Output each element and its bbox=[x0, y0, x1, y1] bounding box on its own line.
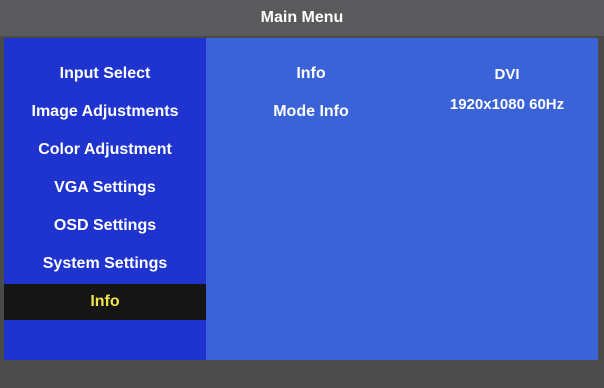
mode-info-value: 1920x1080 60Hz bbox=[449, 95, 565, 113]
info-label: Info bbox=[296, 65, 326, 82]
info-value: DVI bbox=[494, 65, 520, 83]
sidebar-item-input-select[interactable]: Input Select bbox=[4, 56, 206, 92]
menu-body: Input Select Image Adjustments Color Adj… bbox=[4, 38, 598, 360]
osd-window: Main Menu Input Select Image Adjustments… bbox=[0, 0, 604, 388]
info-panel: Info DVI Mode Info 1920x1080 60Hz bbox=[206, 38, 598, 360]
sidebar-item-image-adjustments[interactable]: Image Adjustments bbox=[4, 94, 206, 130]
menu-title-bar: Main Menu bbox=[0, 0, 604, 36]
sidebar-item-info[interactable]: Info bbox=[4, 284, 206, 320]
sidebar: Input Select Image Adjustments Color Adj… bbox=[4, 38, 206, 360]
sidebar-item-label: Color Adjustment bbox=[38, 141, 172, 158]
sidebar-item-label: Info bbox=[90, 293, 120, 310]
sidebar-item-system-settings[interactable]: System Settings bbox=[4, 246, 206, 282]
sidebar-item-color-adjustment[interactable]: Color Adjustment bbox=[4, 132, 206, 168]
sidebar-item-label: Input Select bbox=[59, 65, 151, 82]
mode-info-label: Mode Info bbox=[273, 103, 349, 120]
sidebar-item-vga-settings[interactable]: VGA Settings bbox=[4, 170, 206, 206]
bottom-bar bbox=[0, 360, 604, 388]
sidebar-item-label: Image Adjustments bbox=[31, 103, 179, 120]
sidebar-item-label: VGA Settings bbox=[54, 179, 156, 196]
sidebar-item-label: System Settings bbox=[42, 255, 168, 272]
sidebar-item-osd-settings[interactable]: OSD Settings bbox=[4, 208, 206, 244]
menu-title: Main Menu bbox=[260, 9, 344, 26]
sidebar-item-label: OSD Settings bbox=[53, 217, 157, 234]
